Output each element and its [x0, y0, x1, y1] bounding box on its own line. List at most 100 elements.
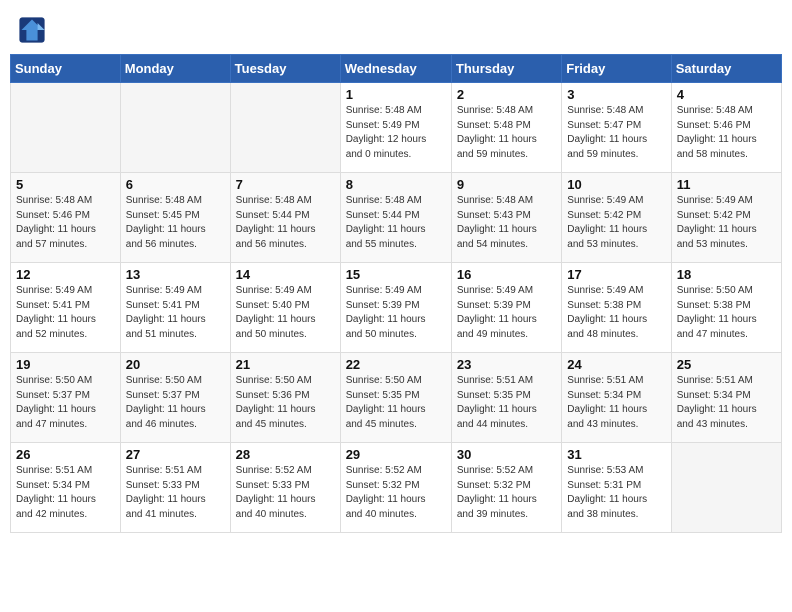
day-number: 2: [457, 87, 556, 102]
day-number: 30: [457, 447, 556, 462]
day-info: Sunrise: 5:48 AM Sunset: 5:48 PM Dayligh…: [457, 104, 556, 162]
calendar-cell: 18 Sunrise: 5:50 AM Sunset: 5:38 PM Dayli…: [671, 263, 781, 353]
weekday-header-saturday: Saturday: [671, 55, 781, 83]
day-info: Sunrise: 5:50 AM Sunset: 5:38 PM Dayligh…: [677, 284, 776, 342]
day-info: Sunrise: 5:50 AM Sunset: 5:35 PM Dayligh…: [346, 374, 446, 432]
day-info: Sunrise: 5:49 AM Sunset: 5:40 PM Dayligh…: [236, 284, 335, 342]
calendar-cell: 10 Sunrise: 5:49 AM Sunset: 5:42 PM Dayli…: [562, 173, 671, 263]
weekday-header-monday: Monday: [120, 55, 230, 83]
day-info: Sunrise: 5:48 AM Sunset: 5:44 PM Dayligh…: [236, 194, 335, 252]
day-info: Sunrise: 5:52 AM Sunset: 5:32 PM Dayligh…: [457, 464, 556, 522]
day-number: 6: [126, 177, 225, 192]
day-info: Sunrise: 5:49 AM Sunset: 5:39 PM Dayligh…: [346, 284, 446, 342]
day-info: Sunrise: 5:48 AM Sunset: 5:44 PM Dayligh…: [346, 194, 446, 252]
calendar-cell: 28 Sunrise: 5:52 AM Sunset: 5:33 PM Dayli…: [230, 443, 340, 533]
calendar-cell: 17Sunrise: 5:49 AM Sunset: 5:38 PM Dayli…: [562, 263, 671, 353]
day-info: Sunrise: 5:49 AM Sunset: 5:39 PM Dayligh…: [457, 284, 556, 342]
day-info: Sunrise: 5:48 AM Sunset: 5:43 PM Dayligh…: [457, 194, 556, 252]
day-info: Sunrise: 5:49 AM Sunset: 5:41 PM Dayligh…: [16, 284, 115, 342]
day-number: 24: [567, 357, 665, 372]
day-info: Sunrise: 5:48 AM Sunset: 5:46 PM Dayligh…: [16, 194, 115, 252]
calendar-cell: 6 Sunrise: 5:48 AM Sunset: 5:45 PM Daylig…: [120, 173, 230, 263]
calendar-cell: [671, 443, 781, 533]
day-info: Sunrise: 5:51 AM Sunset: 5:34 PM Dayligh…: [677, 374, 776, 432]
calendar-cell: 1Sunrise: 5:48 AM Sunset: 5:49 PM Daylig…: [340, 83, 451, 173]
day-info: Sunrise: 5:51 AM Sunset: 5:34 PM Dayligh…: [567, 374, 665, 432]
day-number: 29: [346, 447, 446, 462]
calendar-cell: 29 Sunrise: 5:52 AM Sunset: 5:32 PM Dayli…: [340, 443, 451, 533]
day-number: 21: [236, 357, 335, 372]
calendar-cell: 22 Sunrise: 5:50 AM Sunset: 5:35 PM Dayli…: [340, 353, 451, 443]
calendar-cell: [230, 83, 340, 173]
calendar-cell: 23Sunrise: 5:51 AM Sunset: 5:35 PM Dayli…: [451, 353, 561, 443]
day-number: 15: [346, 267, 446, 282]
day-info: Sunrise: 5:49 AM Sunset: 5:42 PM Dayligh…: [677, 194, 776, 252]
calendar-cell: 27 Sunrise: 5:51 AM Sunset: 5:33 PM Dayli…: [120, 443, 230, 533]
weekday-header-thursday: Thursday: [451, 55, 561, 83]
weekday-header-sunday: Sunday: [11, 55, 121, 83]
day-number: 31: [567, 447, 665, 462]
day-info: Sunrise: 5:50 AM Sunset: 5:37 PM Dayligh…: [126, 374, 225, 432]
week-row-3: 12 Sunrise: 5:49 AM Sunset: 5:41 PM Dayli…: [11, 263, 782, 353]
calendar-cell: 5 Sunrise: 5:48 AM Sunset: 5:46 PM Daylig…: [11, 173, 121, 263]
day-info: Sunrise: 5:51 AM Sunset: 5:35 PM Dayligh…: [457, 374, 556, 432]
day-number: 17: [567, 267, 665, 282]
calendar-cell: 7 Sunrise: 5:48 AM Sunset: 5:44 PM Daylig…: [230, 173, 340, 263]
day-number: 25: [677, 357, 776, 372]
week-row-2: 5 Sunrise: 5:48 AM Sunset: 5:46 PM Daylig…: [11, 173, 782, 263]
week-row-1: 1Sunrise: 5:48 AM Sunset: 5:49 PM Daylig…: [11, 83, 782, 173]
day-info: Sunrise: 5:49 AM Sunset: 5:41 PM Dayligh…: [126, 284, 225, 342]
day-info: Sunrise: 5:48 AM Sunset: 5:47 PM Dayligh…: [567, 104, 665, 162]
day-number: 5: [16, 177, 115, 192]
weekday-header-tuesday: Tuesday: [230, 55, 340, 83]
day-info: Sunrise: 5:48 AM Sunset: 5:49 PM Dayligh…: [346, 104, 446, 162]
day-info: Sunrise: 5:52 AM Sunset: 5:32 PM Dayligh…: [346, 464, 446, 522]
calendar-cell: 2 Sunrise: 5:48 AM Sunset: 5:48 PM Daylig…: [451, 83, 561, 173]
calendar-cell: 8Sunrise: 5:48 AM Sunset: 5:44 PM Daylig…: [340, 173, 451, 263]
weekday-header-row: SundayMondayTuesdayWednesdayThursdayFrid…: [11, 55, 782, 83]
day-info: Sunrise: 5:48 AM Sunset: 5:46 PM Dayligh…: [677, 104, 776, 162]
calendar-cell: 19 Sunrise: 5:50 AM Sunset: 5:37 PM Dayli…: [11, 353, 121, 443]
calendar-cell: [11, 83, 121, 173]
day-number: 9: [457, 177, 556, 192]
calendar-cell: 26 Sunrise: 5:51 AM Sunset: 5:34 PM Dayli…: [11, 443, 121, 533]
calendar-cell: 15 Sunrise: 5:49 AM Sunset: 5:39 PM Dayli…: [340, 263, 451, 353]
logo-icon: [18, 16, 46, 44]
day-number: 10: [567, 177, 665, 192]
day-info: Sunrise: 5:51 AM Sunset: 5:33 PM Dayligh…: [126, 464, 225, 522]
calendar-cell: 25 Sunrise: 5:51 AM Sunset: 5:34 PM Dayli…: [671, 353, 781, 443]
day-number: 22: [346, 357, 446, 372]
day-number: 18: [677, 267, 776, 282]
day-number: 20: [126, 357, 225, 372]
day-number: 28: [236, 447, 335, 462]
calendar-cell: [120, 83, 230, 173]
day-number: 11: [677, 177, 776, 192]
day-number: 27: [126, 447, 225, 462]
calendar-cell: 3 Sunrise: 5:48 AM Sunset: 5:47 PM Daylig…: [562, 83, 671, 173]
day-info: Sunrise: 5:50 AM Sunset: 5:37 PM Dayligh…: [16, 374, 115, 432]
calendar-cell: 9 Sunrise: 5:48 AM Sunset: 5:43 PM Daylig…: [451, 173, 561, 263]
calendar-cell: 12 Sunrise: 5:49 AM Sunset: 5:41 PM Dayli…: [11, 263, 121, 353]
week-row-4: 19 Sunrise: 5:50 AM Sunset: 5:37 PM Dayli…: [11, 353, 782, 443]
calendar-cell: 16Sunrise: 5:49 AM Sunset: 5:39 PM Dayli…: [451, 263, 561, 353]
page-header: [10, 10, 782, 50]
calendar-cell: 30 Sunrise: 5:52 AM Sunset: 5:32 PM Dayli…: [451, 443, 561, 533]
day-number: 7: [236, 177, 335, 192]
day-number: 26: [16, 447, 115, 462]
day-info: Sunrise: 5:53 AM Sunset: 5:31 PM Dayligh…: [567, 464, 665, 522]
day-number: 13: [126, 267, 225, 282]
day-info: Sunrise: 5:51 AM Sunset: 5:34 PM Dayligh…: [16, 464, 115, 522]
calendar-cell: 24 Sunrise: 5:51 AM Sunset: 5:34 PM Dayli…: [562, 353, 671, 443]
day-number: 4: [677, 87, 776, 102]
day-number: 12: [16, 267, 115, 282]
calendar-cell: 31 Sunrise: 5:53 AM Sunset: 5:31 PM Dayli…: [562, 443, 671, 533]
day-number: 14: [236, 267, 335, 282]
day-info: Sunrise: 5:50 AM Sunset: 5:36 PM Dayligh…: [236, 374, 335, 432]
day-info: Sunrise: 5:48 AM Sunset: 5:45 PM Dayligh…: [126, 194, 225, 252]
day-number: 19: [16, 357, 115, 372]
day-number: 3: [567, 87, 665, 102]
day-info: Sunrise: 5:52 AM Sunset: 5:33 PM Dayligh…: [236, 464, 335, 522]
calendar-table: SundayMondayTuesdayWednesdayThursdayFrid…: [10, 54, 782, 533]
day-info: Sunrise: 5:49 AM Sunset: 5:42 PM Dayligh…: [567, 194, 665, 252]
calendar-cell: 20 Sunrise: 5:50 AM Sunset: 5:37 PM Dayli…: [120, 353, 230, 443]
